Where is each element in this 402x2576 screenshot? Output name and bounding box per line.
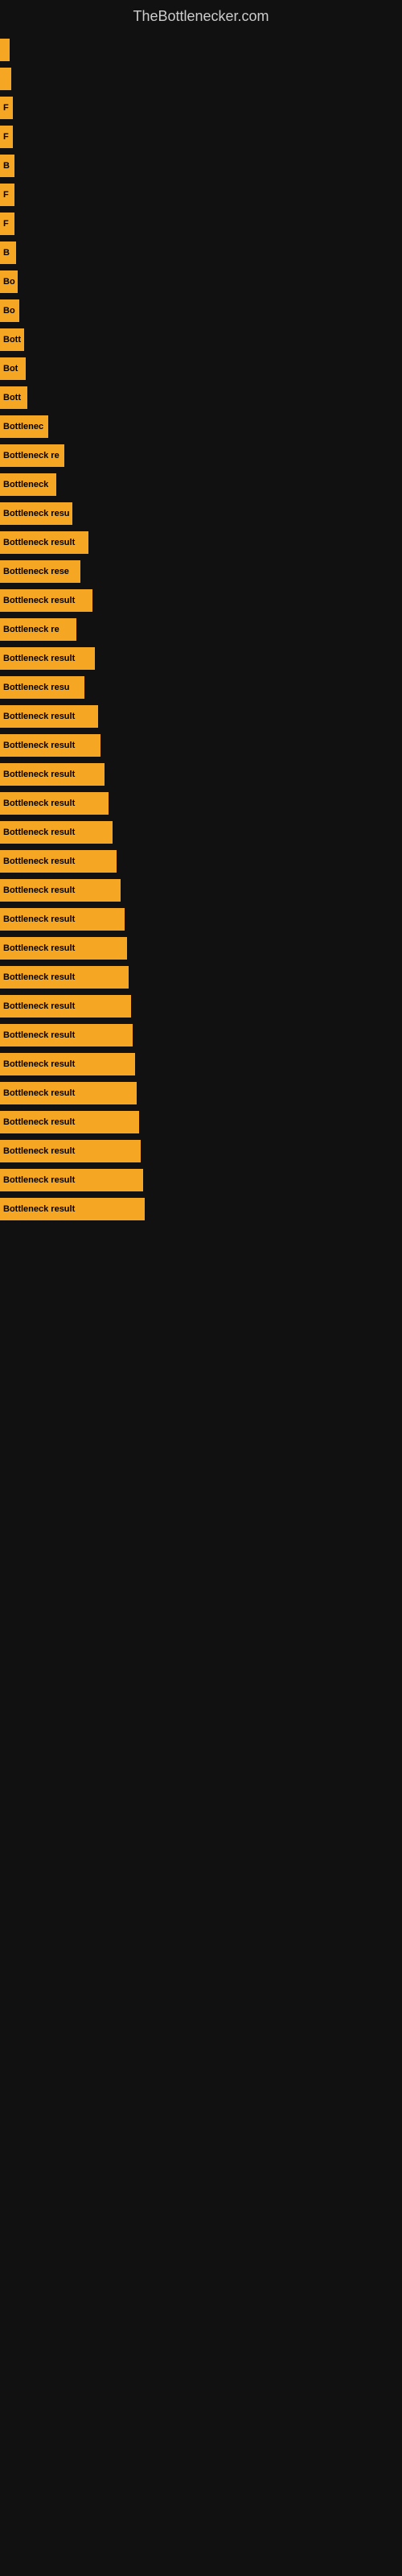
bar-item: F [0, 213, 14, 235]
bar-item: Bottleneck result [0, 531, 88, 554]
bar-item: Bot [0, 357, 26, 380]
bar-row: Bottleneck result [0, 1138, 402, 1164]
bar-item: Bottleneck result [0, 937, 127, 960]
bar-item: F [0, 97, 13, 119]
bar-item: Bottleneck result [0, 966, 129, 989]
bar-row: F [0, 95, 402, 121]
bar-item: Bottleneck result [0, 1169, 143, 1191]
bar-row: Bo [0, 269, 402, 295]
bar-row: Bottlenec [0, 414, 402, 440]
bar-item: Bottleneck result [0, 1053, 135, 1075]
bar-item [0, 68, 11, 90]
bar-item: Bo [0, 270, 18, 293]
bar-item: Bott [0, 328, 24, 351]
bar-item: Bottleneck re [0, 618, 76, 641]
bar-row: Bottleneck result [0, 906, 402, 932]
bar-row [0, 66, 402, 92]
bar-item [0, 39, 10, 61]
bar-item: Bottleneck resu [0, 502, 72, 525]
bar-row: Bo [0, 298, 402, 324]
bar-row: Bottleneck [0, 472, 402, 497]
bar-item: Bottleneck result [0, 1111, 139, 1133]
bar-row: Bott [0, 385, 402, 411]
bar-row: Bottleneck result [0, 1167, 402, 1193]
bar-row: Bottleneck result [0, 964, 402, 990]
bar-row: Bottleneck re [0, 443, 402, 469]
bar-item: Bottleneck result [0, 1198, 145, 1220]
bar-item: Bottleneck result [0, 879, 121, 902]
bar-row: Bottleneck result [0, 819, 402, 845]
bar-item: Bottleneck result [0, 850, 117, 873]
bar-item: Bottleneck result [0, 792, 109, 815]
bar-item: F [0, 126, 13, 148]
bar-row: Bottleneck re [0, 617, 402, 642]
bar-row: Bottleneck result [0, 1080, 402, 1106]
site-title-container: TheBottlenecker.com [0, 0, 402, 29]
bar-item: B [0, 242, 16, 264]
bar-row: Bottleneck result [0, 993, 402, 1019]
bar-item: Bottleneck result [0, 705, 98, 728]
site-title: TheBottlenecker.com [0, 0, 402, 29]
bar-row: Bott [0, 327, 402, 353]
bar-row: Bottleneck result [0, 704, 402, 729]
bar-row: Bottleneck result [0, 646, 402, 671]
bar-row: F [0, 211, 402, 237]
bar-row: Bottleneck result [0, 733, 402, 758]
bar-item: Bottleneck result [0, 734, 100, 757]
bar-item: F [0, 184, 14, 206]
bar-row: Bottleneck result [0, 935, 402, 961]
bars-container: FFBFFBBoBoBottBotBottBottlenecBottleneck… [0, 29, 402, 1233]
bar-item: Bottleneck result [0, 1140, 141, 1162]
bar-item: Bottleneck [0, 473, 56, 496]
bar-item: Bottlenec [0, 415, 48, 438]
bar-item: Bott [0, 386, 27, 409]
bar-row [0, 37, 402, 63]
bar-item: Bottleneck result [0, 589, 92, 612]
bar-row: Bottleneck resu [0, 675, 402, 700]
bar-row: Bottleneck result [0, 588, 402, 613]
bar-row: Bot [0, 356, 402, 382]
bar-item: Bottleneck result [0, 647, 95, 670]
bar-row: B [0, 240, 402, 266]
bar-item: B [0, 155, 14, 177]
bar-row: Bottleneck result [0, 791, 402, 816]
bar-item: Bottleneck result [0, 1082, 137, 1104]
bar-item: Bo [0, 299, 19, 322]
bar-row: F [0, 124, 402, 150]
bar-item: Bottleneck rese [0, 560, 80, 583]
bar-row: Bottleneck result [0, 530, 402, 555]
bar-item: Bottleneck re [0, 444, 64, 467]
bar-row: F [0, 182, 402, 208]
bar-row: Bottleneck result [0, 762, 402, 787]
bar-item: Bottleneck result [0, 908, 125, 931]
bar-row: Bottleneck result [0, 1022, 402, 1048]
bar-row: Bottleneck result [0, 877, 402, 903]
bar-row: B [0, 153, 402, 179]
bar-item: Bottleneck result [0, 821, 113, 844]
bar-row: Bottleneck result [0, 1196, 402, 1222]
bar-row: Bottleneck result [0, 848, 402, 874]
bar-item: Bottleneck resu [0, 676, 84, 699]
bar-row: Bottleneck result [0, 1109, 402, 1135]
bar-row: Bottleneck resu [0, 501, 402, 526]
bar-item: Bottleneck result [0, 1024, 133, 1046]
bar-item: Bottleneck result [0, 995, 131, 1018]
bar-row: Bottleneck rese [0, 559, 402, 584]
bar-row: Bottleneck result [0, 1051, 402, 1077]
bar-item: Bottleneck result [0, 763, 105, 786]
